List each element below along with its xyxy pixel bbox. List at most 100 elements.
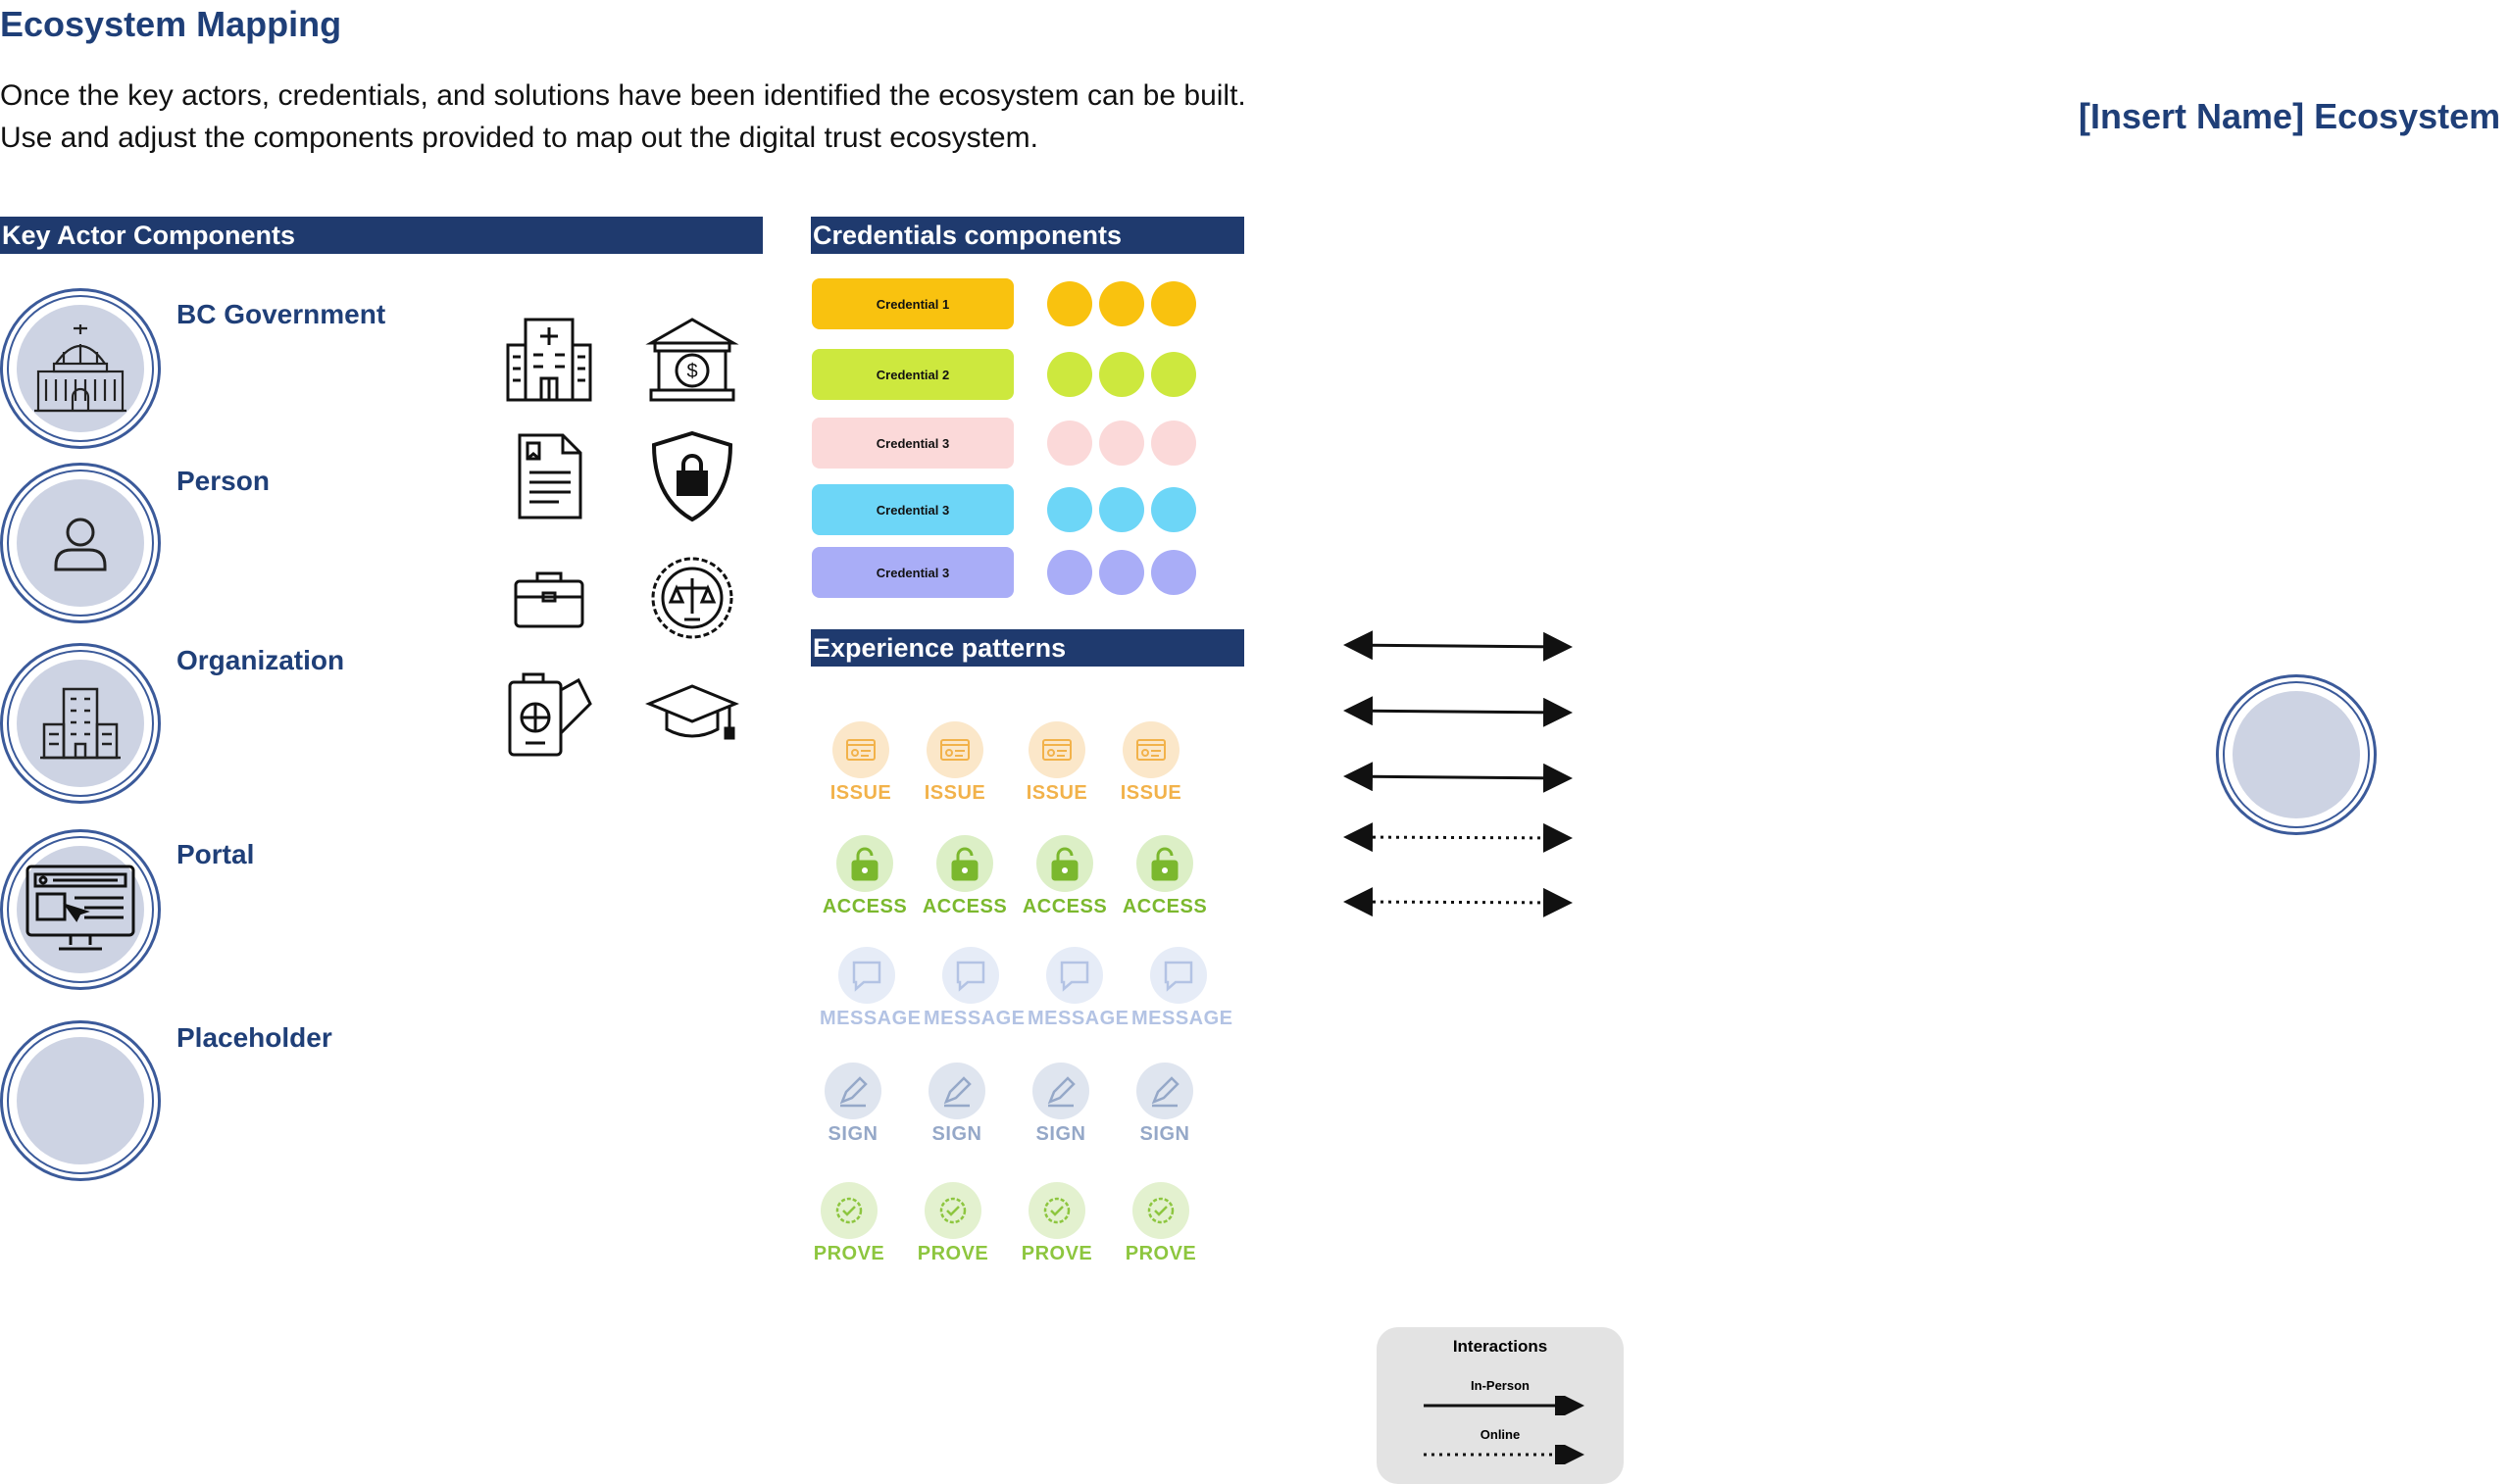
credentials-section-header: Credentials components xyxy=(811,217,1244,254)
pattern-label: MESSAGE xyxy=(820,1008,922,1029)
pattern-label: PROVE xyxy=(813,1243,885,1264)
pattern-access[interactable]: ACCESS xyxy=(918,835,1012,918)
credential-pill[interactable]: Credential 2 xyxy=(812,349,1014,400)
credential-dot[interactable] xyxy=(1151,487,1196,532)
document-icon[interactable] xyxy=(500,427,598,525)
credential-pill[interactable]: Credential 3 xyxy=(812,418,1014,469)
briefcase-icon[interactable] xyxy=(500,549,598,647)
credential-dot[interactable] xyxy=(1151,352,1196,397)
credential-pill[interactable]: Credential 1 xyxy=(812,278,1014,329)
check-badge-icon xyxy=(1132,1182,1189,1239)
pattern-prove[interactable]: PROVE xyxy=(906,1182,1000,1265)
pattern-prove[interactable]: PROVE xyxy=(802,1182,896,1265)
credential-pill[interactable]: Credential 3 xyxy=(812,484,1014,535)
pattern-label: ACCESS xyxy=(822,896,908,917)
pattern-label: ISSUE xyxy=(1026,782,1088,804)
pattern-message[interactable]: MESSAGE xyxy=(1028,947,1129,1030)
pen-icon xyxy=(825,1063,881,1119)
intro-text: Once the key actors, credentials, and so… xyxy=(0,74,1246,159)
government-building-icon xyxy=(34,324,126,413)
credential-dot[interactable] xyxy=(1151,420,1196,466)
key-actor-section-header: Key Actor Components xyxy=(0,217,763,254)
issue-icon xyxy=(927,721,983,778)
pattern-access[interactable]: ACCESS xyxy=(1018,835,1112,918)
interaction-arrows xyxy=(1343,630,1573,917)
actor-label-placeholder: Placeholder xyxy=(176,1022,332,1053)
credential-dot[interactable] xyxy=(1099,420,1144,466)
person-icon xyxy=(54,518,107,571)
pattern-label: ISSUE xyxy=(829,782,892,804)
pattern-issue[interactable]: ISSUE xyxy=(814,721,908,805)
credential-dot[interactable] xyxy=(1047,352,1092,397)
legend-online-label: Online xyxy=(1480,1427,1521,1442)
online-arrow-2[interactable] xyxy=(1343,887,1573,917)
unlock-icon xyxy=(836,835,893,892)
hospital-icon[interactable] xyxy=(500,310,598,408)
credential-dot[interactable] xyxy=(1047,550,1092,595)
credential-pill[interactable]: Credential 3 xyxy=(812,547,1014,598)
pattern-issue[interactable]: ISSUE xyxy=(1010,721,1104,805)
credential-dot[interactable] xyxy=(1047,487,1092,532)
pattern-label: MESSAGE xyxy=(924,1008,1026,1029)
chat-bubble-icon xyxy=(838,947,895,1004)
pattern-sign[interactable]: SIGN xyxy=(910,1063,1004,1146)
pattern-sign[interactable]: SIGN xyxy=(806,1063,900,1146)
chat-bubble-icon xyxy=(1046,947,1103,1004)
web-portal-icon xyxy=(25,865,135,951)
credential-dot[interactable] xyxy=(1099,487,1144,532)
pen-icon xyxy=(1136,1063,1193,1119)
justice-seal-icon[interactable] xyxy=(643,549,741,647)
issue-icon xyxy=(832,721,889,778)
experience-section-header: Experience patterns xyxy=(811,629,1244,667)
credential-dot[interactable] xyxy=(1047,281,1092,326)
credential-dot[interactable] xyxy=(1047,420,1092,466)
actor-person[interactable] xyxy=(0,463,161,623)
pattern-label: PROVE xyxy=(1021,1243,1093,1264)
graduation-cap-icon[interactable] xyxy=(643,665,741,763)
unlock-icon xyxy=(1136,835,1193,892)
ecosystem-title[interactable]: [Insert Name] Ecosystem xyxy=(2079,96,2500,137)
actor-label-organization: Organization xyxy=(176,645,345,675)
pattern-issue[interactable]: ISSUE xyxy=(1104,721,1198,805)
chat-bubble-icon xyxy=(942,947,999,1004)
in-person-arrow-2[interactable] xyxy=(1343,696,1573,727)
legend-in-person-arrow xyxy=(1424,1396,1584,1415)
office-building-icon xyxy=(40,687,121,760)
pattern-sign[interactable]: SIGN xyxy=(1118,1063,1212,1146)
bank-icon[interactable]: $ xyxy=(643,310,741,408)
passport-icon[interactable] xyxy=(500,665,598,763)
legend-online-arrow xyxy=(1424,1445,1584,1464)
pattern-prove[interactable]: PROVE xyxy=(1010,1182,1104,1265)
actor-label-portal: Portal xyxy=(176,839,255,869)
credential-dot[interactable] xyxy=(1151,281,1196,326)
in-person-arrow-3[interactable] xyxy=(1343,762,1573,793)
actor-organization[interactable] xyxy=(0,643,161,804)
credential-dot[interactable] xyxy=(1151,550,1196,595)
credential-dot[interactable] xyxy=(1099,352,1144,397)
pattern-label: SIGN xyxy=(931,1123,982,1145)
pattern-access[interactable]: ACCESS xyxy=(1118,835,1212,918)
pattern-label: SIGN xyxy=(1035,1123,1086,1145)
pattern-prove[interactable]: PROVE xyxy=(1114,1182,1208,1265)
pattern-message[interactable]: MESSAGE xyxy=(1131,947,1232,1030)
pattern-access[interactable]: ACCESS xyxy=(818,835,912,918)
actor-portal[interactable] xyxy=(0,829,161,990)
pattern-sign[interactable]: SIGN xyxy=(1014,1063,1108,1146)
pattern-message[interactable]: MESSAGE xyxy=(820,947,922,1030)
credential-dot[interactable] xyxy=(1099,550,1144,595)
pattern-label: ISSUE xyxy=(1120,782,1182,804)
pen-icon xyxy=(1032,1063,1089,1119)
check-badge-icon xyxy=(821,1182,878,1239)
ecosystem-actor-placeholder[interactable] xyxy=(2216,674,2377,835)
actor-label-person: Person xyxy=(176,466,270,496)
chat-bubble-icon xyxy=(1150,947,1207,1004)
online-arrow-1[interactable] xyxy=(1343,822,1573,853)
pattern-message[interactable]: MESSAGE xyxy=(924,947,1026,1030)
shield-lock-icon[interactable] xyxy=(643,427,741,525)
pattern-label: ACCESS xyxy=(1022,896,1108,917)
credential-dot[interactable] xyxy=(1099,281,1144,326)
pattern-issue[interactable]: ISSUE xyxy=(908,721,1002,805)
in-person-arrow-1[interactable] xyxy=(1343,630,1573,662)
actor-bc-government[interactable] xyxy=(0,288,161,449)
actor-placeholder[interactable] xyxy=(0,1020,161,1181)
